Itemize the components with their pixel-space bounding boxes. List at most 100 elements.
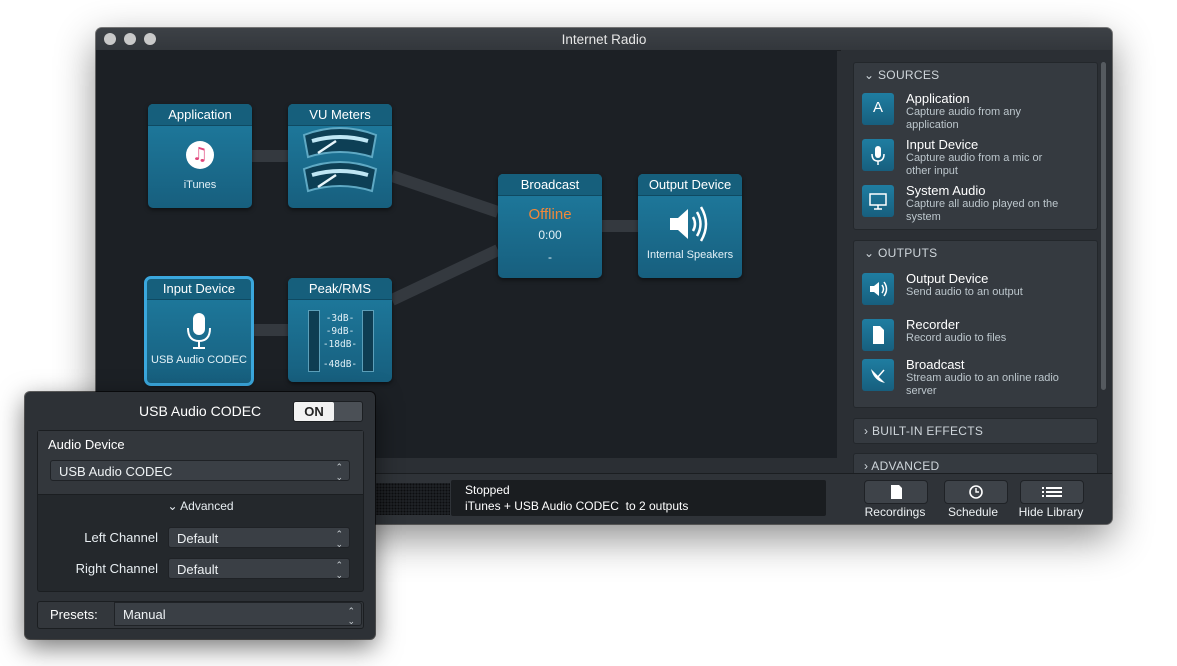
library-item-input-device[interactable]: Input Device Capture audio from a mic or… — [862, 137, 1092, 181]
advanced-disclosure[interactable]: ⌄ Advanced — [38, 499, 363, 513]
schedule-label[interactable]: Schedule — [928, 505, 1018, 519]
chevron-right-icon: › — [864, 459, 869, 473]
sidebar-scrollbar[interactable] — [1101, 62, 1106, 390]
meter-scale-label: -48dB- — [322, 359, 358, 370]
input-device-node[interactable]: Input Device USB Audio CODEC — [144, 276, 254, 386]
item-title: System Audio — [906, 183, 986, 198]
speaker-icon — [862, 273, 894, 305]
item-desc: Capture audio from any application — [906, 106, 1021, 131]
select-value: Manual — [123, 607, 166, 622]
node-header: Broadcast — [498, 174, 602, 196]
itunes-icon: ♫ — [186, 141, 214, 169]
node-label: iTunes — [183, 179, 217, 191]
library-item-application[interactable]: A Application Capture audio from any app… — [862, 91, 1092, 135]
library-item-recorder[interactable]: Recorder Record audio to files — [862, 317, 1092, 361]
item-desc: Capture audio from a mic or other input — [906, 152, 1043, 177]
status-line-1: Stopped — [465, 483, 510, 497]
file-icon — [862, 319, 894, 351]
select-value: Default — [177, 531, 219, 546]
up-down-chevron-icon: ⌃ ⌄ — [335, 462, 343, 482]
list-icon — [1042, 487, 1062, 497]
item-title: Broadcast — [906, 357, 965, 372]
chevron-right-icon: › — [864, 424, 869, 438]
node-header: Output Device — [638, 174, 742, 196]
chevron-down-icon: ⌄ — [864, 246, 875, 260]
recordings-button[interactable] — [864, 480, 928, 504]
item-desc: Send audio to an output — [906, 286, 1023, 298]
node-header: VU Meters — [288, 104, 392, 126]
item-title: Recorder — [906, 317, 960, 332]
broadcast-status: Offline — [528, 206, 572, 223]
built-in-effects-section[interactable]: › BUILT-IN EFFECTS — [853, 418, 1098, 444]
sources-section: ⌄ SOURCES A Application Capture audio fr… — [853, 62, 1098, 230]
app-store-icon: A — [862, 93, 894, 125]
output-device-node[interactable]: Output Device Internal Speakers — [638, 174, 742, 278]
peak-rms-node[interactable]: Peak/RMS -3dB- -9dB- -18dB- -48dB- — [288, 278, 392, 382]
outputs-header[interactable]: ⌄ OUTPUTS — [864, 246, 937, 260]
audio-device-group: Audio Device USB Audio CODEC ⌃ ⌄ — [38, 431, 363, 495]
audio-device-panel: Audio Device USB Audio CODEC ⌃ ⌄ ⌄ Advanc… — [37, 430, 364, 592]
microphone-icon — [862, 139, 894, 171]
input-device-popover: USB Audio CODEC ON Audio Device USB Audi… — [25, 392, 375, 639]
item-title: Output Device — [906, 271, 989, 286]
advanced-header[interactable]: › ADVANCED — [864, 459, 939, 473]
left-channel-select[interactable]: Default ⌃ ⌄ — [168, 527, 350, 549]
presets-bar: Presets: Manual ⌃ ⌄ — [37, 601, 364, 629]
application-node[interactable]: Application ♫ iTunes — [148, 104, 252, 208]
presets-label: Presets: — [50, 607, 98, 622]
node-label: Internal Speakers — [646, 249, 734, 261]
audio-device-label: Audio Device — [48, 437, 125, 452]
broadcast-node[interactable]: Broadcast Offline 0:00 - — [498, 174, 602, 278]
meter-scale-label: -3dB- — [325, 313, 355, 324]
up-down-chevron-icon: ⌃ ⌄ — [335, 529, 343, 549]
toggle-on-label: ON — [294, 402, 334, 421]
library-item-system-audio[interactable]: System Audio Capture all audio played on… — [862, 183, 1092, 227]
satellite-dish-icon — [862, 359, 894, 391]
chevron-down-icon: ⌄ — [167, 499, 178, 513]
node-header: Input Device — [146, 278, 252, 300]
meter-scale-label: -9dB- — [325, 326, 355, 337]
select-value: USB Audio CODEC — [59, 464, 173, 479]
window-title: Internet Radio — [561, 32, 647, 47]
item-desc: Stream audio to an online radio server — [906, 372, 1059, 397]
meter-scale-label: -18dB- — [322, 339, 358, 350]
device-name-label: USB Audio CODEC — [139, 403, 262, 419]
speaker-icon — [670, 206, 708, 242]
built-in-effects-header[interactable]: › BUILT-IN EFFECTS — [864, 424, 983, 438]
recordings-icon — [891, 485, 902, 499]
up-down-chevron-icon: ⌃ ⌄ — [335, 560, 343, 580]
sources-header[interactable]: ⌄ SOURCES — [864, 68, 939, 82]
speaker-grille — [376, 483, 450, 515]
item-title: Application — [906, 91, 970, 106]
node-label: USB Audio CODEC — [151, 354, 247, 366]
up-down-chevron-icon: ⌃ ⌄ — [347, 606, 355, 626]
item-desc: Record audio to files — [906, 332, 1007, 344]
vu-meter-icon — [302, 127, 378, 193]
recordings-label[interactable]: Recordings — [850, 505, 940, 519]
hide-library-button[interactable] — [1020, 480, 1084, 504]
library-item-broadcast[interactable]: Broadcast Stream audio to an online radi… — [862, 357, 1092, 401]
broadcast-time: 0:00 — [538, 228, 562, 242]
schedule-button[interactable] — [944, 480, 1008, 504]
node-header: Peak/RMS — [288, 278, 392, 300]
hide-library-label[interactable]: Hide Library — [1006, 505, 1096, 519]
select-value: Default — [177, 562, 219, 577]
status-display: Stopped iTunes + USB Audio CODEC to 2 ou… — [451, 480, 826, 516]
presets-select[interactable]: Manual ⌃ ⌄ — [114, 602, 362, 626]
device-on-toggle[interactable]: ON — [293, 401, 363, 422]
right-channel-select[interactable]: Default ⌃ ⌄ — [168, 558, 350, 580]
node-header: Application — [148, 104, 252, 126]
monitor-icon — [862, 185, 894, 217]
chevron-down-icon: ⌄ — [864, 68, 875, 82]
status-line-2: iTunes + USB Audio CODEC to 2 outputs — [465, 499, 689, 513]
library-item-output-device[interactable]: Output Device Send audio to an output — [862, 271, 1092, 315]
outputs-section: ⌄ OUTPUTS Output Device Send audio to an… — [853, 240, 1098, 408]
vu-meters-node[interactable]: VU Meters — [288, 104, 392, 208]
library-sidebar: ⌄ SOURCES A Application Capture audio fr… — [841, 50, 1112, 480]
item-desc: Capture all audio played on the system — [906, 198, 1059, 223]
right-channel-label: Right Channel — [75, 561, 158, 576]
item-title: Input Device — [906, 137, 979, 152]
left-channel-label: Left Channel — [84, 530, 158, 545]
microphone-icon — [187, 313, 211, 349]
audio-device-select[interactable]: USB Audio CODEC ⌃ ⌄ — [50, 460, 350, 482]
